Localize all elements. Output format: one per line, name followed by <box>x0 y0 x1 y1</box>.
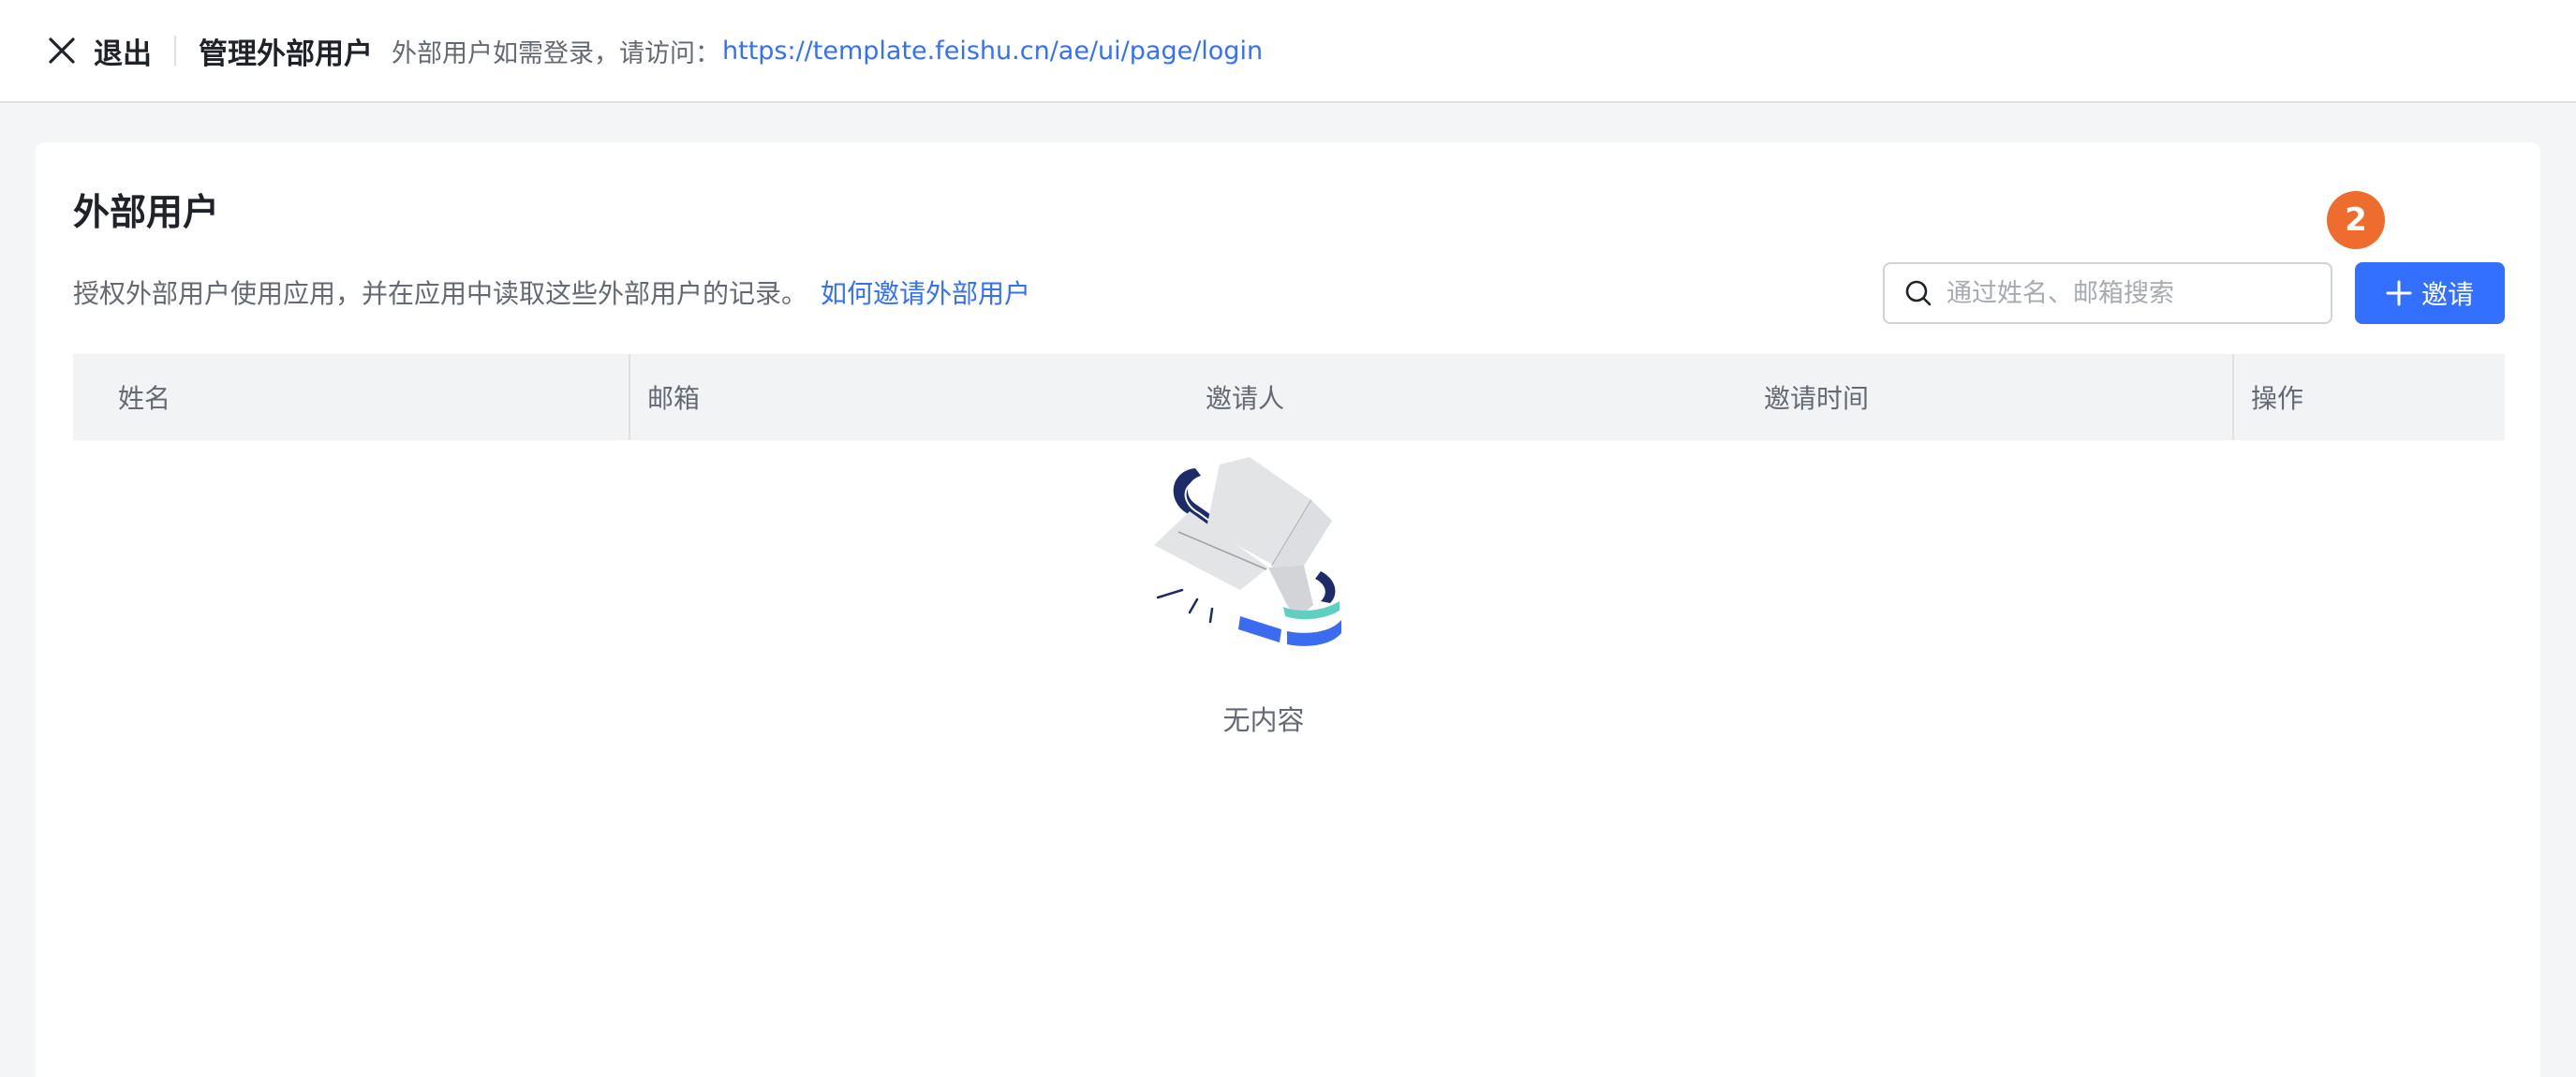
search-box[interactable] <box>1883 262 2332 324</box>
close-icon[interactable] <box>41 30 82 71</box>
table-header: 姓名 邮箱 邀请人 邀请时间 操作 <box>73 354 2505 440</box>
invite-label: 邀请 <box>2421 279 2474 310</box>
top-bar: 退出 管理外部用户 外部用户如需登录，请访问： https://template… <box>0 0 2576 103</box>
page-title: 管理外部用户 <box>199 37 373 71</box>
invite-button[interactable]: 邀请 <box>2355 262 2505 324</box>
description-text: 授权外部用户使用应用，并在应用中读取这些外部用户的记录。 <box>73 278 808 309</box>
column-header-inviter: 邀请人 <box>1206 383 1285 414</box>
empty-state-text: 无内容 <box>1222 704 1305 736</box>
section-title: 外部用户 <box>73 192 220 234</box>
login-hint: 外部用户如需登录，请访问： <box>392 38 720 68</box>
search-input[interactable] <box>1947 278 2321 308</box>
step-badge: 2 <box>2327 191 2385 249</box>
column-header-actions: 操作 <box>2251 383 2304 414</box>
empty-box-illustration <box>1147 455 1381 689</box>
how-to-invite-link[interactable]: 如何邀请外部用户 <box>821 273 1030 311</box>
login-url-link[interactable]: https://template.feishu.cn/ae/ui/page/lo… <box>722 37 1263 66</box>
divider <box>174 36 176 66</box>
column-header-name: 姓名 <box>73 354 630 440</box>
section-description: 授权外部用户使用应用，并在应用中读取这些外部用户的记录。 如何邀请外部用户 <box>73 273 1030 311</box>
exit-label[interactable]: 退出 <box>94 30 152 72</box>
column-header-invite-time: 邀请时间 <box>1747 354 2234 440</box>
exit-button[interactable]: 退出 <box>41 30 152 72</box>
plus-icon <box>2386 280 2412 306</box>
column-header-email: 邮箱 <box>647 383 701 414</box>
search-icon <box>1903 278 1933 308</box>
